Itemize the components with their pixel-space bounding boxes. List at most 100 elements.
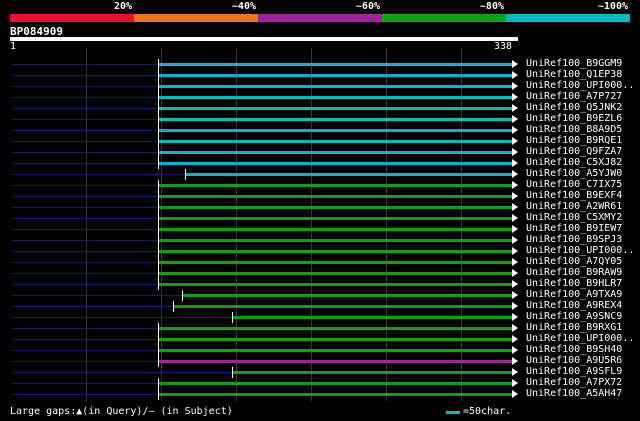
hit-start-marker xyxy=(157,92,159,103)
unaligned-region xyxy=(12,130,158,131)
unaligned-region xyxy=(12,273,158,274)
hit-bar[interactable] xyxy=(157,129,512,132)
query-track xyxy=(10,37,518,41)
subject-label[interactable]: UniRef100_A7P727 xyxy=(526,91,622,102)
legend-swatch xyxy=(446,411,460,414)
scale-label: ~60% xyxy=(355,1,380,12)
subject-label[interactable]: UniRef100_A9SFL9 xyxy=(526,366,622,377)
query-start-label: 1 xyxy=(10,41,17,52)
hit-bar[interactable] xyxy=(157,349,512,352)
subject-label[interactable]: UniRef100_B9IEW7 xyxy=(526,223,622,234)
hit-end-arrow-icon xyxy=(512,368,518,376)
subject-label[interactable]: UniRef100_B9RAW9 xyxy=(526,267,622,278)
subject-label[interactable]: UniRef100_C7IX75 xyxy=(526,179,622,190)
unaligned-region xyxy=(12,284,158,285)
unaligned-region xyxy=(12,196,158,197)
subject-label[interactable]: UniRef100_UPI000.. xyxy=(526,333,634,344)
subject-label[interactable]: UniRef100_UPI000.. xyxy=(526,245,634,256)
hit-end-arrow-icon xyxy=(512,258,518,266)
hit-end-arrow-icon xyxy=(512,170,518,178)
hit-bar[interactable] xyxy=(157,393,512,396)
hit-bar[interactable] xyxy=(157,195,512,198)
subject-label[interactable]: UniRef100_B9SH40 xyxy=(526,344,622,355)
hit-bar[interactable] xyxy=(157,85,512,88)
subject-label[interactable]: UniRef100_A2WR61 xyxy=(526,201,622,212)
unaligned-region xyxy=(12,361,158,362)
hit-bar[interactable] xyxy=(184,173,512,176)
subject-label[interactable]: UniRef100_A9REX4 xyxy=(526,300,622,311)
hit-end-arrow-icon xyxy=(512,335,518,343)
hit-bar[interactable] xyxy=(157,63,512,66)
hit-bar[interactable] xyxy=(157,162,512,165)
hit-bar[interactable] xyxy=(172,305,512,308)
hit-end-arrow-icon xyxy=(512,159,518,167)
alignment-row[interactable]: UniRef100_A5AH47 xyxy=(0,388,640,400)
subject-label[interactable]: UniRef100_Q9FZA7 xyxy=(526,146,622,157)
hit-bar[interactable] xyxy=(157,74,512,77)
hit-bar[interactable] xyxy=(231,316,512,319)
hit-bar[interactable] xyxy=(157,360,512,363)
subject-label[interactable]: UniRef100_A7QY05 xyxy=(526,256,622,267)
unaligned-region xyxy=(12,350,158,351)
hit-start-marker xyxy=(157,180,159,191)
subject-label[interactable]: UniRef100_Q1EP38 xyxy=(526,69,622,80)
subject-label[interactable]: UniRef100_B9RXG1 xyxy=(526,322,622,333)
subject-label[interactable]: UniRef100_A7PX72 xyxy=(526,377,622,388)
unaligned-region xyxy=(12,240,158,241)
unaligned-region xyxy=(12,317,232,318)
hit-bar[interactable] xyxy=(157,96,512,99)
unaligned-region xyxy=(12,86,158,87)
subject-label[interactable]: UniRef100_C5XJ82 xyxy=(526,157,622,168)
hit-bar[interactable] xyxy=(157,151,512,154)
hit-bar[interactable] xyxy=(181,294,512,297)
subject-label[interactable]: UniRef100_B9HLR7 xyxy=(526,278,622,289)
hit-bar[interactable] xyxy=(157,382,512,385)
hit-bar[interactable] xyxy=(157,206,512,209)
hit-start-marker xyxy=(157,103,159,114)
subject-label[interactable]: UniRef100_UPI000.. xyxy=(526,80,634,91)
hit-bar[interactable] xyxy=(231,371,512,374)
hit-bar[interactable] xyxy=(157,327,512,330)
hit-bar[interactable] xyxy=(157,239,512,242)
unaligned-region xyxy=(12,141,158,142)
hit-bar[interactable] xyxy=(157,272,512,275)
hit-end-arrow-icon xyxy=(512,71,518,79)
hit-bar[interactable] xyxy=(157,107,512,110)
hit-bar[interactable] xyxy=(157,250,512,253)
hit-end-arrow-icon xyxy=(512,225,518,233)
unaligned-region xyxy=(12,75,158,76)
hit-bar[interactable] xyxy=(157,140,512,143)
subject-label[interactable]: UniRef100_A5YJW0 xyxy=(526,168,622,179)
unaligned-region xyxy=(12,372,232,373)
hit-bar[interactable] xyxy=(157,338,512,341)
legend-unit-text: =50char. xyxy=(463,406,512,417)
hit-end-arrow-icon xyxy=(512,203,518,211)
unaligned-region xyxy=(12,229,158,230)
hit-bar[interactable] xyxy=(157,184,512,187)
subject-label[interactable]: UniRef100_A9U5R6 xyxy=(526,355,622,366)
subject-label[interactable]: UniRef100_B9SPJ3 xyxy=(526,234,622,245)
subject-label[interactable]: UniRef100_B9EZL6 xyxy=(526,113,622,124)
hit-bar[interactable] xyxy=(157,118,512,121)
subject-label[interactable]: UniRef100_B9GGM9 xyxy=(526,58,622,69)
unaligned-region xyxy=(12,339,158,340)
subject-label[interactable]: UniRef100_B9RQE1 xyxy=(526,135,622,146)
hit-end-arrow-icon xyxy=(512,82,518,90)
unaligned-region xyxy=(12,119,158,120)
hit-bar[interactable] xyxy=(157,261,512,264)
subject-label[interactable]: UniRef100_A5AH47 xyxy=(526,388,622,399)
hit-start-marker xyxy=(157,389,159,400)
hit-bar[interactable] xyxy=(157,228,512,231)
hit-start-marker xyxy=(157,235,159,246)
subject-label[interactable]: UniRef100_B9EXF4 xyxy=(526,190,622,201)
subject-label[interactable]: UniRef100_C5XMY2 xyxy=(526,212,622,223)
hit-end-arrow-icon xyxy=(512,390,518,398)
subject-label[interactable]: UniRef100_A9SNC9 xyxy=(526,311,622,322)
hit-bar[interactable] xyxy=(157,283,512,286)
subject-label[interactable]: UniRef100_Q5JNK2 xyxy=(526,102,622,113)
hit-bar[interactable] xyxy=(157,217,512,220)
subject-label[interactable]: UniRef100_B8A9D5 xyxy=(526,124,622,135)
hit-start-marker xyxy=(157,323,159,334)
unaligned-region xyxy=(12,64,158,65)
subject-label[interactable]: UniRef100_A9TXA9 xyxy=(526,289,622,300)
